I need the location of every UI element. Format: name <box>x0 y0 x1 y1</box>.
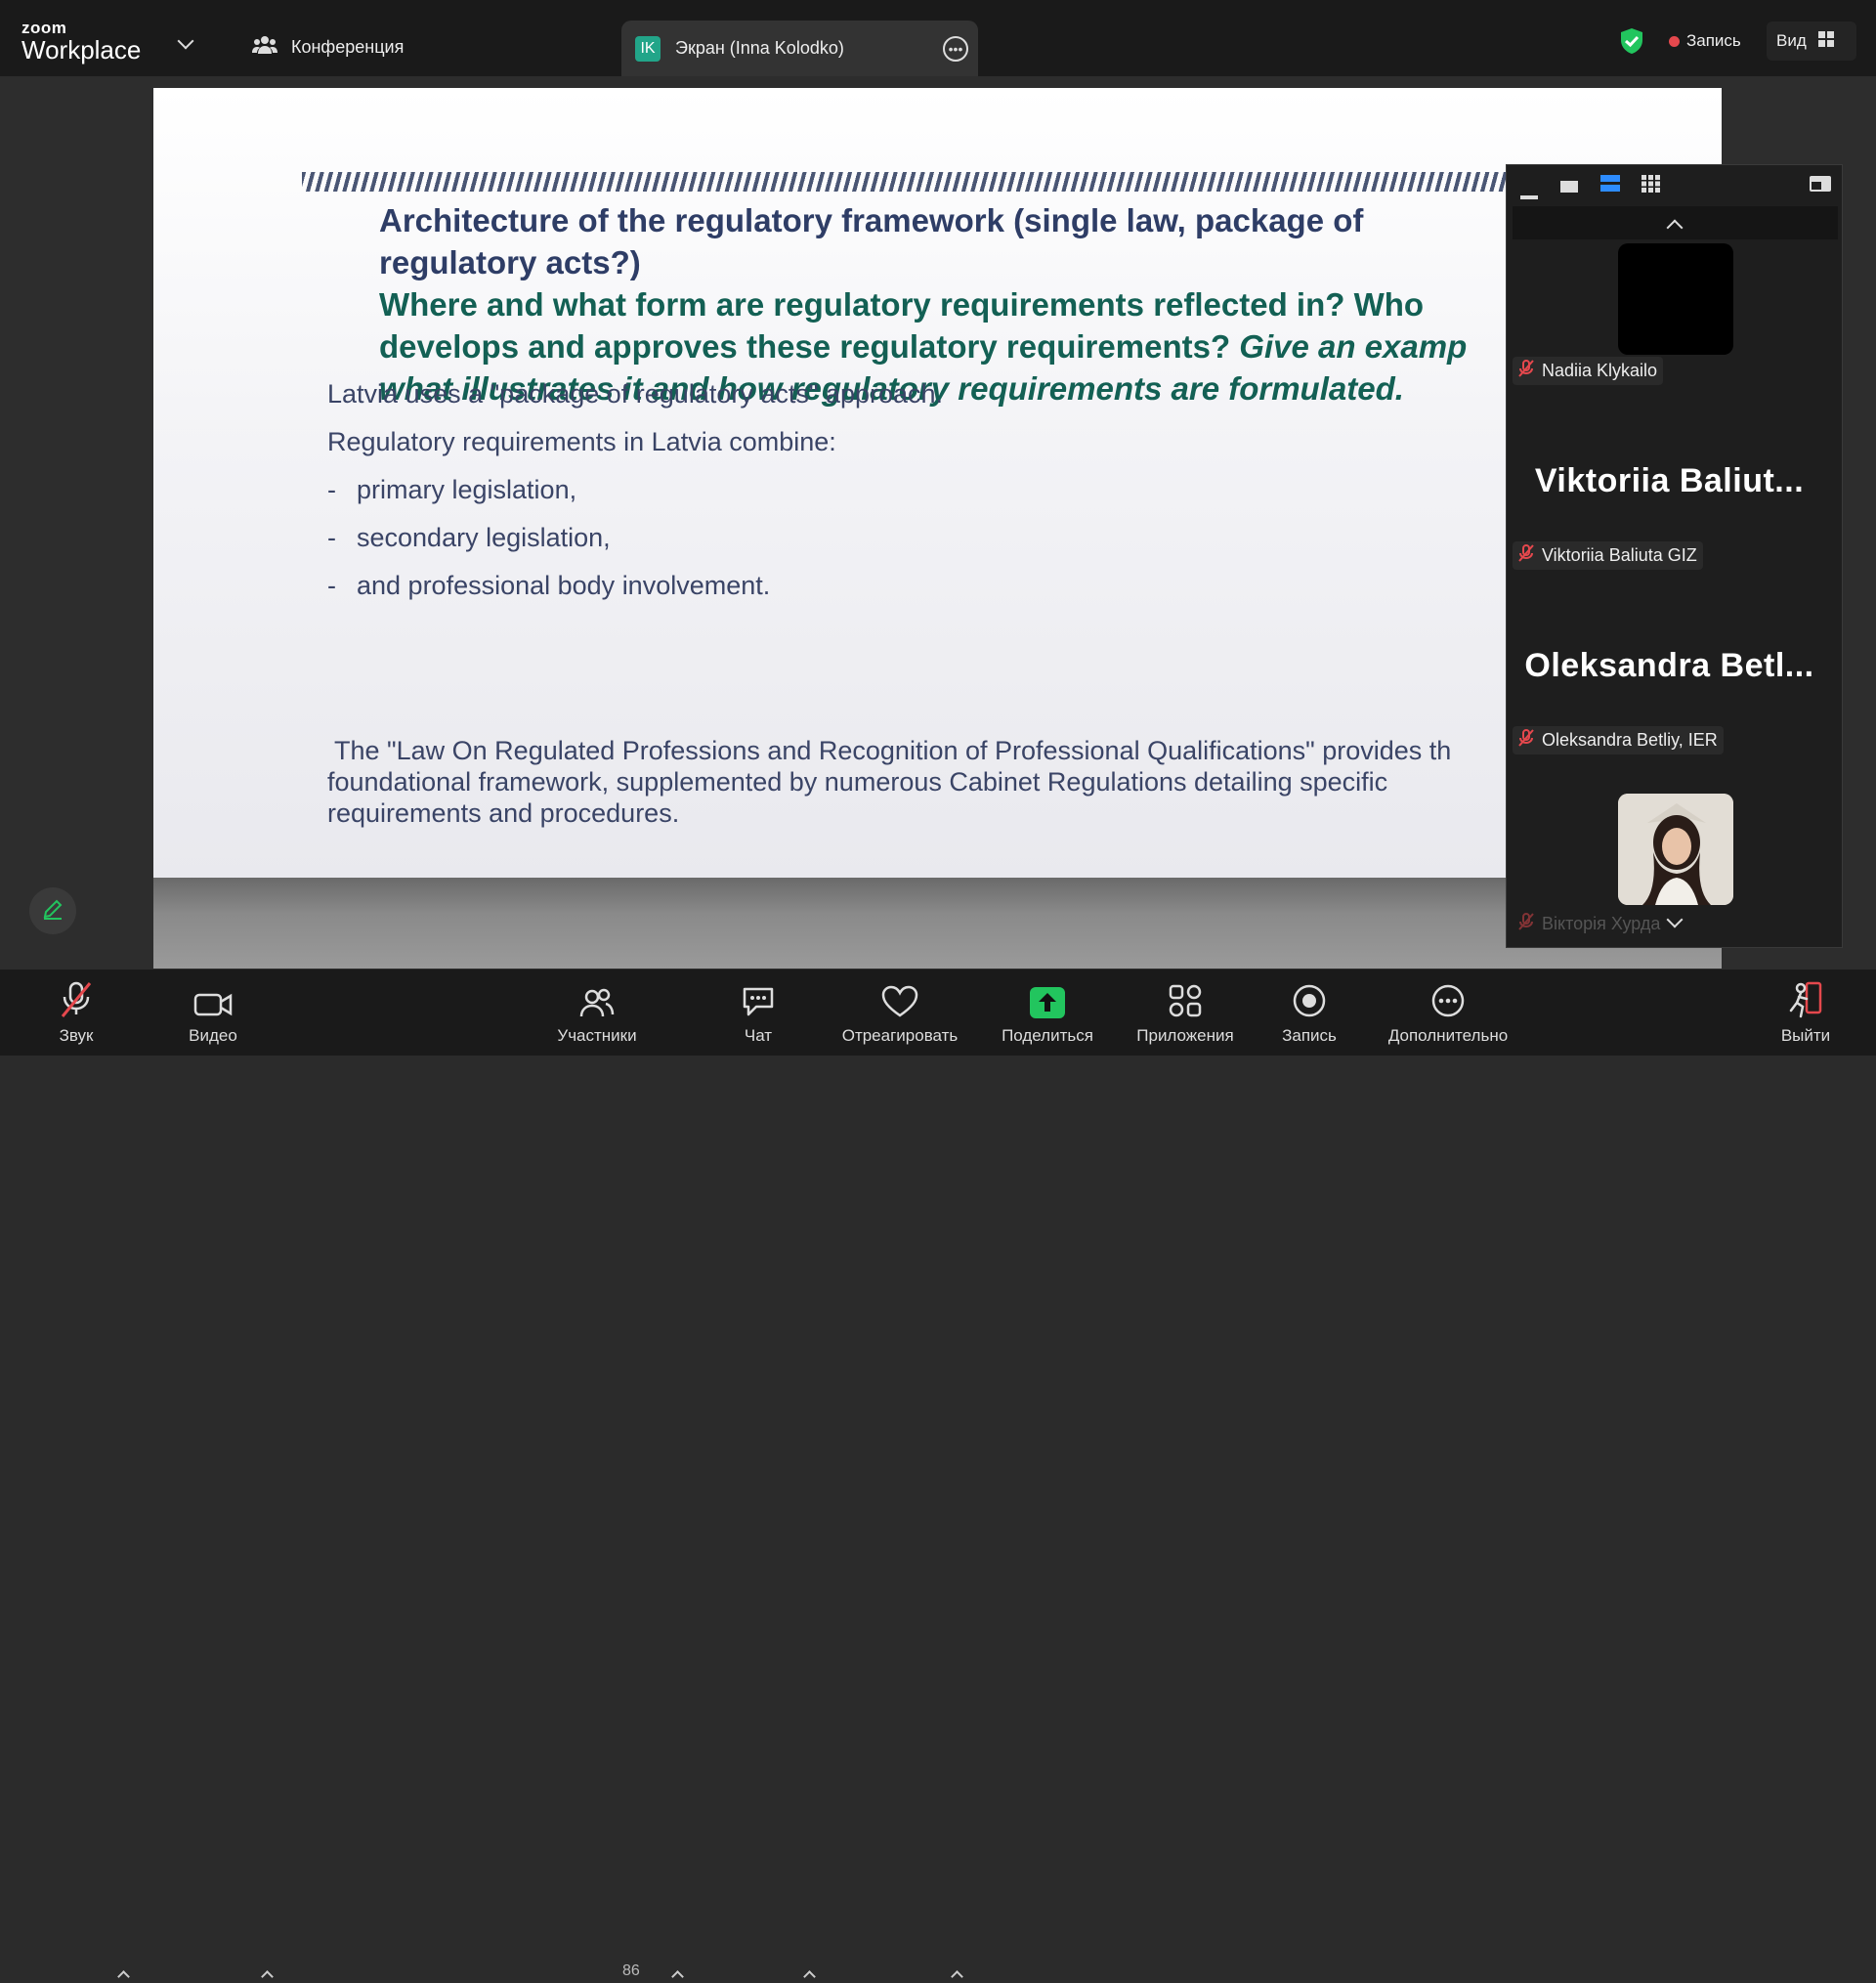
react-options-caret[interactable] <box>951 1970 963 1983</box>
annotate-button[interactable] <box>29 887 76 934</box>
more-dots-icon <box>1430 970 1466 1018</box>
stage-floor-background <box>153 878 1722 969</box>
mic-muted-icon <box>1518 544 1534 567</box>
slide-bullet: - secondary legislation, <box>327 523 611 552</box>
chat-bubble-icon <box>741 970 776 1018</box>
chevron-up-icon <box>1666 219 1684 237</box>
leave-label: Выйти <box>1780 1026 1831 1045</box>
participant-display-name: Oleksandra Betl... <box>1524 647 1814 684</box>
participant-display-name: Viktoriia Baliut... <box>1534 462 1805 499</box>
participants-label: Участники <box>557 1026 637 1045</box>
view-button[interactable]: Вид <box>1767 22 1856 61</box>
minimize-icon[interactable] <box>1520 187 1538 204</box>
chat-label: Чат <box>744 1026 773 1045</box>
slide-bullet: - and professional body involvement. <box>327 571 771 600</box>
grid-view-icon <box>1817 30 1834 52</box>
participants-video-panel: Nadiia Klykailo Viktoriia Baliut... Vikt… <box>1506 164 1843 948</box>
tab-conference-label: Конференция <box>291 36 405 57</box>
more-button[interactable]: Дополнительно <box>1380 970 1516 1056</box>
participants-options-caret[interactable] <box>671 1970 684 1983</box>
audio-label: Звук <box>59 1026 94 1045</box>
share-label: Поделиться <box>1002 1026 1093 1045</box>
video-options-caret[interactable] <box>261 1970 274 1983</box>
tab-screen-share[interactable]: IK Экран (Inna Kolodko) ••• <box>621 21 978 76</box>
slide-text-combine: Regulatory requirements in Latvia combin… <box>327 427 836 456</box>
participant-video-off <box>1618 243 1733 355</box>
recording-dot-icon <box>1669 35 1680 47</box>
heart-icon <box>881 970 918 1018</box>
leave-door-icon <box>1787 970 1824 1018</box>
chat-button[interactable]: Чат <box>739 970 778 1056</box>
chevron-down-icon[interactable] <box>177 32 194 50</box>
participant-video <box>1618 794 1733 905</box>
more-options-icon[interactable]: ••• <box>943 36 968 62</box>
slide-bullet-text: primary legislation, <box>357 475 577 504</box>
mic-muted-icon <box>1518 360 1534 382</box>
view-label: Вид <box>1776 31 1807 50</box>
video-button[interactable]: Видео <box>184 970 242 1056</box>
logo-workplace-text: Workplace <box>21 35 142 65</box>
tab-screen-label: Экран (Inna Kolodko) <box>675 38 844 58</box>
more-label: Дополнительно <box>1387 1026 1509 1045</box>
people-icon <box>252 34 277 61</box>
audio-button[interactable]: Звук <box>51 970 102 1056</box>
scroll-up-button[interactable] <box>1513 206 1838 239</box>
participants-count: 86 <box>622 1962 640 1979</box>
single-video-icon[interactable] <box>1560 180 1578 197</box>
participant-name-tag: Viktoriia Baliuta GIZ <box>1513 541 1703 570</box>
strip-view-icon[interactable] <box>1600 175 1620 197</box>
mic-muted-icon <box>60 970 93 1018</box>
apps-label: Приложения <box>1136 1026 1234 1045</box>
slide-bullet-text: secondary legislation, <box>357 523 611 552</box>
slide-bullet: - primary legislation, <box>327 475 577 504</box>
top-bar: zoom Workplace Конференция IK Экран (Inn… <box>0 0 1876 76</box>
meeting-toolbar: Звук Видео Участники 86 Чат Отреагироват… <box>0 970 1876 1983</box>
record-icon <box>1292 970 1327 1018</box>
mic-muted-icon <box>1518 913 1534 935</box>
presenter-initials-badge: IK <box>635 35 661 62</box>
participants-button[interactable]: Участники <box>553 970 641 1056</box>
participant-name-tag: Oleksandra Betliy, IER <box>1513 726 1724 754</box>
apps-button[interactable]: Приложения <box>1131 970 1239 1056</box>
logo-zoom-text: zoom <box>21 19 67 37</box>
recording-label: Запись <box>1686 31 1741 50</box>
participants-icon <box>579 970 615 1018</box>
participant-name-tag: Вікторія Хурда <box>1513 910 1666 938</box>
video-label: Видео <box>189 1026 237 1045</box>
react-label: Отреагировать <box>841 1026 959 1045</box>
gallery-view-icon[interactable] <box>1642 175 1661 197</box>
participant-name: Вікторія Хурда <box>1542 914 1661 933</box>
tab-conference[interactable]: Конференция <box>252 27 404 66</box>
chat-options-caret[interactable] <box>803 1970 816 1983</box>
leave-button[interactable]: Выйти <box>1778 970 1833 1056</box>
recording-indicator[interactable]: Запись <box>1669 31 1741 51</box>
slide-question-line2-italic: Give an examp <box>1239 328 1468 365</box>
participant-name: Nadiia Klykailo <box>1542 361 1658 380</box>
share-screen-button[interactable]: Поделиться <box>999 970 1096 1056</box>
pop-out-icon[interactable] <box>1810 176 1831 196</box>
slide-text-approach: Latvia uses a "package of regulatory act… <box>327 379 944 409</box>
participant-name: Viktoriia Baliuta GIZ <box>1542 545 1697 565</box>
react-button[interactable]: Отреагировать <box>836 970 963 1056</box>
participant-name-tag: Nadiia Klykailo <box>1513 357 1664 385</box>
mic-muted-icon <box>1518 729 1534 752</box>
record-button[interactable]: Запись <box>1280 970 1339 1056</box>
zoom-logo[interactable]: zoom Workplace <box>21 20 141 64</box>
security-shield-icon[interactable] <box>1619 27 1644 60</box>
record-label: Запись <box>1282 1026 1337 1045</box>
pencil-icon <box>42 898 64 925</box>
slide-question-line2-normal: develops and approves these regulatory r… <box>379 328 1240 365</box>
video-camera-icon <box>193 970 233 1018</box>
panel-toolbar <box>1507 165 1844 200</box>
audio-options-caret[interactable] <box>117 1970 130 1983</box>
participant-name: Oleksandra Betliy, IER <box>1542 730 1718 750</box>
apps-icon <box>1168 970 1203 1018</box>
share-arrow-icon <box>1030 970 1065 1018</box>
presentation-slide: Architecture of the regulatory framework… <box>153 88 1722 878</box>
decorative-hatch-bar <box>302 172 1689 192</box>
slide-bullet-text: and professional body involvement. <box>357 571 771 600</box>
